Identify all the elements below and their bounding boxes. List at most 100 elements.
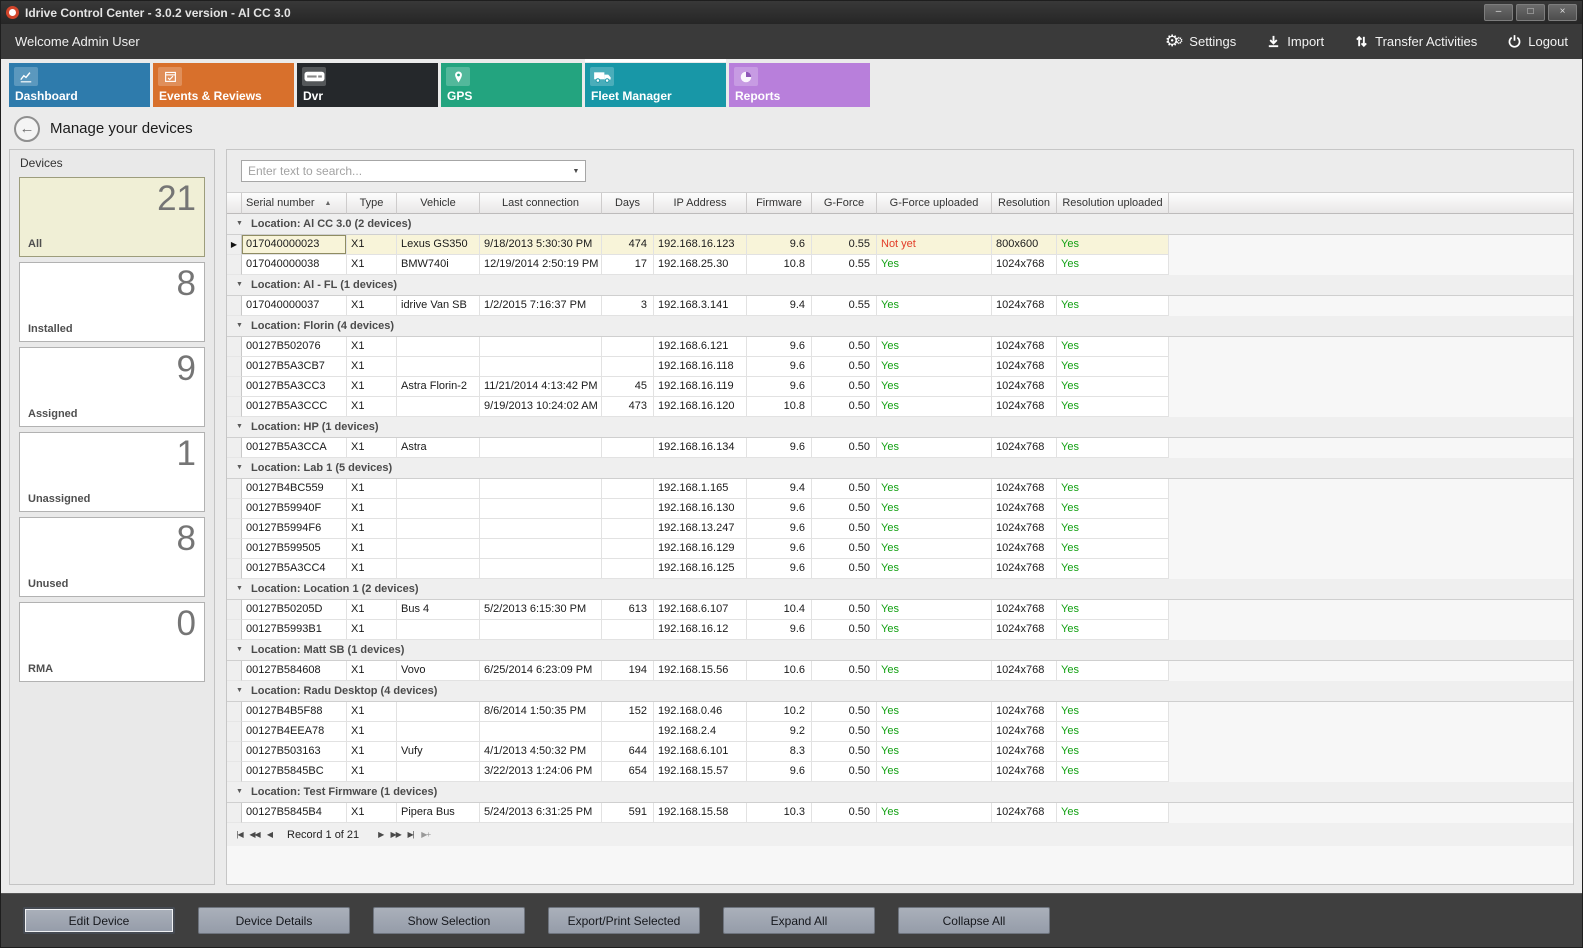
tab-gps[interactable]: GPS — [441, 63, 582, 107]
device-filter-unassigned[interactable]: 1Unassigned — [19, 432, 205, 512]
tab-dashboard[interactable]: Dashboard — [9, 63, 150, 107]
cell-resolution-uploaded: Yes — [1057, 235, 1169, 255]
next-page-icon[interactable]: ▶▶ — [388, 830, 403, 839]
cell-ip-address: 192.168.16.120 — [654, 397, 747, 417]
group-row-location-hp-1-devices[interactable]: ▼Location: HP (1 devices) — [227, 417, 1573, 438]
row-indicator — [227, 702, 242, 722]
last-record-icon[interactable]: ▶| — [403, 830, 418, 839]
device-row[interactable]: 00127B5993B1X1192.168.16.129.60.50Yes102… — [227, 620, 1573, 640]
tab-fleet-manager[interactable]: Fleet Manager — [585, 63, 726, 107]
tab-dvr[interactable]: Dvr — [297, 63, 438, 107]
device-row[interactable]: 00127B59940FX1192.168.16.1309.60.50Yes10… — [227, 499, 1573, 519]
first-record-icon[interactable]: |◀ — [232, 830, 247, 839]
expand-all-button[interactable]: Expand All — [723, 907, 875, 934]
device-row[interactable]: 00127B5845BCX13/22/2013 1:24:06 PM654192… — [227, 762, 1573, 782]
collapse-group-icon[interactable]: ▼ — [236, 322, 243, 329]
group-row-location-al-fl-1-devices[interactable]: ▼Location: Al - FL (1 devices) — [227, 275, 1573, 296]
group-row-location-test-firmware-1-devices[interactable]: ▼Location: Test Firmware (1 devices) — [227, 782, 1573, 803]
cell-days: 152 — [602, 702, 654, 722]
action-transfer-activities[interactable]: Transfer Activities — [1354, 34, 1477, 49]
column-header-last-connection[interactable]: Last connection — [480, 193, 602, 214]
device-row[interactable]: 00127B5994F6X1192.168.13.2479.60.50Yes10… — [227, 519, 1573, 539]
prev-record-icon[interactable]: ◀ — [262, 830, 277, 839]
group-row-location-florin-4-devices[interactable]: ▼Location: Florin (4 devices) — [227, 316, 1573, 337]
collapse-group-icon[interactable]: ▼ — [236, 687, 243, 694]
tab-events-reviews[interactable]: Events & Reviews — [153, 63, 294, 107]
group-row-location-location-1-2-devices[interactable]: ▼Location: Location 1 (2 devices) — [227, 579, 1573, 600]
column-header-type[interactable]: Type — [347, 193, 397, 214]
device-filter-assigned[interactable]: 9Assigned — [19, 347, 205, 427]
combo-dropdown-icon[interactable]: ▼ — [567, 161, 585, 181]
column-header-ip-address[interactable]: IP Address — [654, 193, 747, 214]
group-row-location-al-cc-3-0-2-devices[interactable]: ▼Location: Al CC 3.0 (2 devices) — [227, 214, 1573, 235]
edit-device-button[interactable]: Edit Device — [23, 907, 175, 934]
group-row-location-matt-sb-1-devices[interactable]: ▼Location: Matt SB (1 devices) — [227, 640, 1573, 661]
device-row[interactable]: 00127B503163X1Vufy4/1/2013 4:50:32 PM644… — [227, 742, 1573, 762]
column-header-resolution[interactable]: Resolution — [992, 193, 1057, 214]
cell-days: 17 — [602, 255, 654, 275]
column-header-vehicle[interactable]: Vehicle — [397, 193, 480, 214]
show-selection-button[interactable]: Show Selection — [373, 907, 525, 934]
cell-last-connection: 12/19/2014 2:50:19 PM — [480, 255, 602, 275]
device-filter-unused[interactable]: 8Unused — [19, 517, 205, 597]
column-header-g-force[interactable]: G-Force — [812, 193, 877, 214]
cell-days: 45 — [602, 377, 654, 397]
cell-type: X1 — [347, 539, 397, 559]
device-row[interactable]: 00127B5A3CCAX1Astra192.168.16.1349.60.50… — [227, 438, 1573, 458]
column-header-resolution-uploaded[interactable]: Resolution uploaded — [1057, 193, 1169, 214]
device-filter-rma[interactable]: 0RMA — [19, 602, 205, 682]
device-row[interactable]: 00127B5845B4X1Pipera Bus5/24/2013 6:31:2… — [227, 803, 1573, 823]
device-filter-all[interactable]: 21All — [19, 177, 205, 257]
group-row-location-lab-1-5-devices[interactable]: ▼Location: Lab 1 (5 devices) — [227, 458, 1573, 479]
device-row[interactable]: 00127B50205DX1Bus 45/2/2013 6:15:30 PM61… — [227, 600, 1573, 620]
device-row[interactable]: 017040000038X1BMW740i12/19/2014 2:50:19 … — [227, 255, 1573, 275]
tab-reports[interactable]: Reports — [729, 63, 870, 107]
collapse-group-icon[interactable]: ▼ — [236, 646, 243, 653]
export-print-selected-button[interactable]: Export/Print Selected — [548, 907, 700, 934]
device-row[interactable]: 00127B4BC559X1192.168.1.1659.40.50Yes102… — [227, 479, 1573, 499]
device-row[interactable]: ▶017040000023X1Lexus GS3509/18/2013 5:30… — [227, 235, 1573, 255]
device-row[interactable]: 00127B4B5F88X18/6/2014 1:50:35 PM152192.… — [227, 702, 1573, 722]
append-record-icon[interactable]: ▶+ — [418, 830, 433, 839]
device-row[interactable]: 00127B5A3CC4X1192.168.16.1259.60.50Yes10… — [227, 559, 1573, 579]
close-button[interactable]: × — [1548, 4, 1577, 21]
collapse-group-icon[interactable]: ▼ — [236, 281, 243, 288]
cell-resolution: 1024x768 — [992, 539, 1057, 559]
column-header-g-force-uploaded[interactable]: G-Force uploaded — [877, 193, 992, 214]
collapse-group-icon[interactable]: ▼ — [236, 220, 243, 227]
prev-page-icon[interactable]: ◀◀ — [247, 830, 262, 839]
search-input[interactable] — [242, 164, 567, 178]
content-area: Devices 21All8Installed9Assigned1Unassig… — [1, 147, 1582, 893]
collapse-group-icon[interactable]: ▼ — [236, 464, 243, 471]
device-row[interactable]: 00127B502076X1192.168.6.1219.60.50Yes102… — [227, 337, 1573, 357]
column-header-filler — [1169, 193, 1573, 214]
device-row[interactable]: 00127B4EEA78X1192.168.2.49.20.50Yes1024x… — [227, 722, 1573, 742]
device-row[interactable]: 00127B584608X1Vovo6/25/2014 6:23:09 PM19… — [227, 661, 1573, 681]
device-details-button[interactable]: Device Details — [198, 907, 350, 934]
column-header-days[interactable]: Days — [602, 193, 654, 214]
collapse-group-icon[interactable]: ▼ — [236, 585, 243, 592]
collapse-all-button[interactable]: Collapse All — [898, 907, 1050, 934]
next-record-icon[interactable]: ▶ — [373, 830, 388, 839]
device-row[interactable]: 00127B5A3CCCX19/19/2013 10:24:02 AM47319… — [227, 397, 1573, 417]
cell-type: X1 — [347, 296, 397, 316]
cell-serial-number: 00127B5A3CCC — [242, 397, 347, 417]
collapse-group-icon[interactable]: ▼ — [236, 423, 243, 430]
cell-days: 194 — [602, 661, 654, 681]
action-logout[interactable]: Logout — [1507, 34, 1568, 49]
action-settings[interactable]: ⚙⚙Settings — [1165, 34, 1236, 49]
action-import[interactable]: Import — [1266, 34, 1324, 49]
device-filter-installed[interactable]: 8Installed — [19, 262, 205, 342]
column-header-firmware[interactable]: Firmware — [747, 193, 812, 214]
device-row[interactable]: 00127B5A3CC3X1Astra Florin-211/21/2014 4… — [227, 377, 1573, 397]
device-row[interactable]: 00127B5A3CB7X1192.168.16.1189.60.50Yes10… — [227, 357, 1573, 377]
maximize-button[interactable]: □ — [1516, 4, 1545, 21]
back-button[interactable]: ← — [14, 116, 40, 142]
device-row[interactable]: 017040000037X1idrive Van SB1/2/2015 7:16… — [227, 296, 1573, 316]
cell-firmware: 10.6 — [747, 661, 812, 681]
minimize-button[interactable]: – — [1484, 4, 1513, 21]
device-row[interactable]: 00127B599505X1192.168.16.1299.60.50Yes10… — [227, 539, 1573, 559]
group-row-location-radu-desktop-4-devices[interactable]: ▼Location: Radu Desktop (4 devices) — [227, 681, 1573, 702]
collapse-group-icon[interactable]: ▼ — [236, 788, 243, 795]
column-header-serial-number[interactable]: Serial number▲ — [242, 193, 347, 214]
